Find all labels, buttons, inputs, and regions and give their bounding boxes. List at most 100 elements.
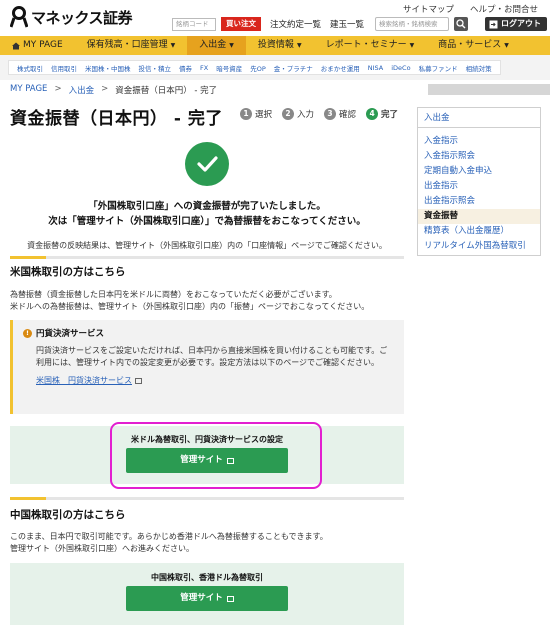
buy-order-button[interactable]: 買い注文 — [221, 17, 261, 31]
step-select: 1 選択 — [240, 108, 272, 120]
sitemap-link[interactable]: サイトマップ — [403, 3, 454, 15]
step-confirm: 3 確認 — [324, 108, 356, 120]
subnav-item[interactable]: 暗号資産 — [212, 63, 246, 73]
yen-notice-title: 円貨決済サービス — [36, 329, 105, 339]
subnav-item[interactable]: 私募ファンド — [415, 63, 462, 73]
nav-deposit-label: 入出金 — [199, 40, 227, 50]
yen-settlement-link-label: 米国株 円貨決済サービス — [36, 376, 132, 385]
yen-settlement-notice: ! 円貨決済サービス 円貨決済サービスをご設定いただければ、日本円から直接米国株… — [10, 320, 404, 414]
subnav-item[interactable]: NISA — [364, 64, 387, 72]
stock-code-input[interactable]: 銘柄コード — [172, 17, 216, 31]
sidebar-item-statement[interactable]: 精算表（入出金履歴） — [418, 224, 540, 239]
subnav-item[interactable]: 米国株・中国株 — [81, 63, 135, 73]
breadcrumb-bar-placeholder — [428, 84, 550, 95]
section-divider — [10, 256, 404, 259]
step-number: 1 — [240, 108, 252, 120]
logo-text: マネックス証券 — [31, 8, 133, 27]
breadcrumb-mypage[interactable]: MY PAGE — [10, 84, 47, 96]
progress-steps: 1 選択 2 入力 3 確認 4 完了 — [240, 108, 398, 120]
subnav-item[interactable]: 信用取引 — [47, 63, 81, 73]
page-title: 資金振替（日本円） - 完了 — [10, 109, 223, 129]
cn-admin-site-label: 管理サイト — [180, 593, 223, 603]
nav-mypage-label: MY PAGE — [23, 40, 63, 50]
us-paragraph-line: 米ドルへの為替振替は、管理サイト（外国株取引口座）内の「振替」ページでおこなって… — [10, 301, 370, 311]
subnav-item[interactable]: 相続対策 — [462, 63, 496, 73]
step-number: 2 — [282, 108, 295, 120]
chevron-down-icon: ▼ — [229, 42, 234, 49]
breadcrumb-separator: > — [54, 84, 62, 94]
cn-action-box: 中国株取引、香港ドル為替取引 管理サイト — [10, 563, 404, 625]
subnav-item[interactable]: 先OP — [246, 63, 270, 73]
nav-report[interactable]: レポート・セミナー ▼ — [314, 36, 427, 55]
step-label: 完了 — [381, 110, 399, 120]
nav-info-label: 投資情報 — [257, 40, 294, 50]
sidebar-item-auto-deposit[interactable]: 定期自動入金申込 — [418, 164, 540, 179]
sidebar-title[interactable]: 入出金 — [418, 108, 540, 128]
subnav-item[interactable]: 投信・積立 — [135, 63, 176, 73]
subnav-item[interactable]: iDeCo — [387, 64, 414, 72]
search-input[interactable]: 検索銘柄・銘柄検索 — [375, 17, 450, 31]
info-icon: ! — [23, 328, 32, 338]
nav-balance-label: 保有残高・口座管理 — [86, 40, 168, 50]
step-complete: 4 完了 — [366, 108, 398, 120]
sidebar-item-deposit-instruction[interactable]: 入金指示 — [418, 134, 540, 149]
cn-paragraph-line: 管理サイト（外国株取引口座）へお進みください。 — [10, 543, 194, 553]
nav-mypage[interactable]: MY PAGE — [0, 36, 75, 55]
brand-logo[interactable]: マネックス証券 — [10, 6, 133, 28]
us-section-heading: 米国株取引の方はこちら — [10, 266, 126, 278]
subnav-item[interactable]: FX — [196, 64, 212, 72]
sidebar-item-fx[interactable]: リアルタイム外国為替取引 — [418, 239, 540, 254]
search-icon — [456, 19, 466, 29]
help-link[interactable]: ヘルプ・お問合せ — [470, 3, 538, 15]
breadcrumb-current: 資金振替（日本円） - 完了 — [115, 86, 218, 96]
chevron-down-icon: ▼ — [296, 42, 302, 49]
chevron-down-icon: ▼ — [504, 42, 509, 49]
yen-settlement-link[interactable]: 米国株 円貨決済サービス — [23, 375, 394, 386]
nav-info[interactable]: 投資情報 ▼ — [246, 36, 314, 55]
complete-note: 資金振替の反映結果は、管理サイト（外国株取引口座）内の「口座情報」ページでご確認… — [27, 241, 387, 250]
step-label: 確認 — [339, 110, 357, 120]
logout-label: ログアウト — [501, 19, 542, 28]
logout-button[interactable]: ログアウト — [485, 17, 548, 31]
sidebar-item-withdraw-inquiry[interactable]: 出金指示照会 — [418, 194, 540, 209]
complete-check-icon — [185, 142, 229, 186]
step-number: 4 — [366, 108, 379, 120]
us-paragraph-line: 為替振替（資金振替した日本円を米ドルに両替）をおこなっていただく必要がございます… — [10, 290, 337, 299]
subnav-item[interactable]: おまかせ運用 — [317, 63, 364, 73]
nav-balance[interactable]: 保有残高・口座管理 ▼ — [75, 36, 188, 55]
sidebar-item-withdraw[interactable]: 出金指示 — [418, 179, 540, 194]
step-label: 選択 — [255, 110, 273, 120]
sidebar-item-transfer[interactable]: 資金振替 — [418, 209, 540, 224]
external-link-icon — [135, 377, 142, 384]
nav-deposit[interactable]: 入出金 ▼ — [187, 36, 246, 55]
highlight-annotation — [110, 422, 322, 489]
subnav-item[interactable]: 株式取引 — [13, 63, 47, 73]
nav-report-label: レポート・セミナー — [325, 40, 407, 50]
complete-message: 「外国株取引口座」への資金振替が完了いたしました。 次は「管理サイト（外国株取引… — [10, 199, 404, 229]
breadcrumb: MY PAGE > 入出金 > 資金振替（日本円） - 完了 — [10, 84, 217, 96]
subnav-item[interactable]: 金・プラチナ — [270, 63, 317, 73]
external-link-icon — [226, 595, 234, 602]
us-paragraph: 為替振替（資金振替した日本円を米ドルに両替）をおこなっていただく必要がございます… — [10, 289, 404, 312]
search-button[interactable] — [454, 17, 469, 31]
subnav-item[interactable]: 債券 — [175, 63, 196, 73]
order-list-link[interactable]: 注文約定一覧 — [270, 18, 321, 30]
sub-nav: 株式取引 信用取引 米国株・中国株 投信・積立 債券 FX 暗号資産 先OP 金… — [0, 55, 550, 80]
breadcrumb-separator: > — [101, 84, 109, 94]
logout-icon — [489, 20, 498, 28]
sidebar: 入出金 入金指示 入金指示照会 定期自動入金申込 出金指示 出金指示照会 資金振… — [417, 107, 541, 256]
nav-products-label: 商品・サービス — [438, 40, 502, 50]
complete-line-1: 「外国株取引口座」への資金振替が完了いたしました。 — [88, 201, 326, 212]
monex-logo-icon — [10, 6, 28, 28]
sidebar-item-deposit-inquiry[interactable]: 入金指示照会 — [418, 149, 540, 164]
complete-line-2: 次は「管理サイト（外国株取引口座）」で為替振替をおこなってください。 — [48, 216, 366, 227]
breadcrumb-deposit[interactable]: 入出金 — [69, 84, 95, 96]
nav-products[interactable]: 商品・サービス ▼ — [426, 36, 521, 55]
main-nav: MY PAGE 保有残高・口座管理 ▼ 入出金 ▼ 投資情報 ▼ レポート・セミ… — [0, 36, 550, 55]
cn-action-title: 中国株取引、香港ドル為替取引 — [151, 573, 263, 582]
chevron-down-icon: ▼ — [170, 42, 176, 49]
positions-link[interactable]: 建玉一覧 — [330, 18, 364, 30]
chevron-down-icon: ▼ — [409, 42, 415, 49]
cn-admin-site-button[interactable]: 管理サイト — [126, 586, 288, 611]
yen-notice-body: 円貨決済サービスをご設定いただければ、日本円から直接米国株を買い付けることも可能… — [36, 346, 388, 367]
